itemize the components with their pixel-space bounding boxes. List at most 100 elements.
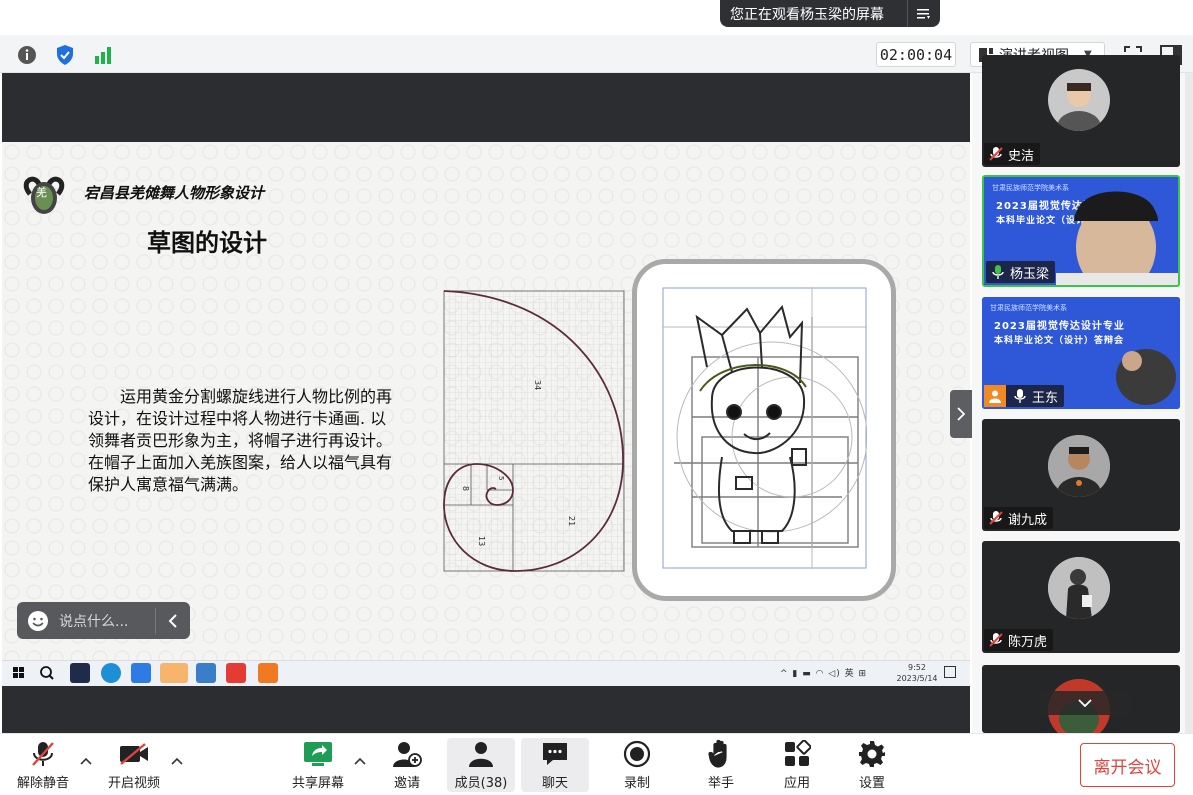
logo-text: 羌: [36, 186, 47, 199]
clock-date: 2023/5/14: [896, 674, 938, 683]
photoshop-icon: [70, 663, 90, 683]
photos-icon: [196, 663, 216, 683]
chat-icon: [543, 743, 567, 765]
spiral-label-21: 21: [567, 516, 576, 526]
participant-tile[interactable]: 谢九成: [982, 419, 1180, 531]
participant-namebar: 王东: [984, 385, 1065, 407]
chat-button[interactable]: 聊天: [521, 738, 589, 792]
participant-name: 王东: [1032, 390, 1059, 406]
screen-text-line2: 2023届视觉传达设计专业: [994, 321, 1125, 332]
chevron-left-icon[interactable]: [156, 613, 190, 628]
chevron-down-icon: [1078, 699, 1092, 707]
participant-name: 陈万虎: [1008, 634, 1048, 650]
audio-options-caret[interactable]: [79, 754, 93, 768]
emoji-icon[interactable]: [17, 610, 59, 632]
share-options-caret[interactable]: [353, 754, 367, 768]
info-icon[interactable]: [14, 42, 40, 68]
share-screen-icon: [304, 742, 332, 766]
edge-icon: [101, 663, 121, 683]
spiral-label-34: 34: [533, 380, 542, 390]
avatar: [1048, 69, 1110, 131]
participant-name: 史洁: [1008, 148, 1035, 164]
participant-namebar: 史洁: [984, 143, 1041, 165]
chat-input-bubble[interactable]: 说点什么...: [17, 602, 190, 639]
spiral-label-5: 5: [497, 476, 505, 480]
unmute-button[interactable]: 解除静音: [10, 738, 76, 792]
chat-label: 聊天: [541, 776, 568, 791]
shield-icon[interactable]: [52, 42, 78, 68]
video-options-caret[interactable]: [170, 754, 184, 768]
participant-tile-active[interactable]: 甘肃民族师范学院美术系 2023届视觉传达设计专业 本科毕业论文（设计）答辩会 …: [982, 175, 1180, 287]
avatar: [1048, 435, 1110, 497]
participant-namebar: 谢九成: [984, 507, 1054, 529]
banner-text: 您正在观看杨玉梁的屏幕: [730, 6, 884, 23]
system-clock: 9:52 2023/5/14: [894, 662, 940, 684]
app-icon: [131, 663, 151, 683]
character-sketch: [662, 287, 868, 569]
chevron-right-icon: [957, 407, 965, 421]
apps-button[interactable]: 应用: [764, 738, 830, 792]
mic-active-icon: [992, 265, 1004, 279]
members-button[interactable]: 成员(38): [447, 738, 515, 792]
record-button[interactable]: 录制: [604, 738, 670, 792]
player-icon: [258, 663, 278, 683]
system-tray-icons: ^ ▮ ▬ ◠ ◁) 英 ⊞: [780, 669, 867, 679]
slide-header: 宕昌县羌傩舞人物形象设计: [84, 184, 265, 202]
video-off-icon: [120, 743, 148, 765]
avatar: [1048, 557, 1110, 619]
screen-text-line1: 甘肃民族师范学院美术系: [990, 304, 1067, 312]
signal-icon[interactable]: [90, 42, 116, 68]
spiral-label-8: 8: [461, 486, 470, 491]
mic-muted-icon: [989, 633, 1003, 647]
chevron-up-icon: [354, 757, 366, 765]
wechat-icon: [160, 663, 188, 683]
members-label: 成员(38): [454, 776, 508, 791]
room-figure: [1116, 349, 1176, 405]
participant-namebar: 陈万虎: [984, 629, 1054, 651]
settings-button[interactable]: 设置: [839, 738, 905, 792]
meeting-timer: 02:00:04: [876, 42, 956, 67]
mic-muted-icon: [32, 742, 54, 766]
participant-tile[interactable]: 陈万虎: [982, 541, 1180, 653]
start-video-button[interactable]: 开启视频: [101, 738, 167, 792]
panel-scrollbar[interactable]: [1185, 73, 1193, 733]
apps-icon: [785, 740, 811, 766]
slide-body-text: 运用黄金分割螺旋线进行人物比例的再设计，在设计过程中将人物进行卡通画. 以领舞者…: [88, 387, 393, 494]
notification-icon: [944, 666, 956, 678]
share-screen-button[interactable]: 共享屏幕: [285, 738, 351, 792]
members-icon: [469, 742, 493, 767]
participant-name: 谢九成: [1008, 512, 1048, 528]
participant-tile[interactable]: 史洁: [982, 55, 1180, 167]
settings-label: 设置: [858, 776, 885, 791]
chevron-up-icon: [80, 757, 92, 765]
add-user-icon: [393, 742, 422, 767]
invite-label: 邀请: [393, 776, 420, 791]
wps-icon: [226, 663, 246, 683]
mic-icon: [1014, 389, 1026, 403]
share-screen-label: 共享屏幕: [291, 776, 344, 791]
collapse-panel-button[interactable]: [950, 390, 972, 438]
unmute-label: 解除静音: [16, 776, 69, 791]
mic-muted-icon: [989, 147, 1003, 161]
participant-tile[interactable]: 甘肃民族师范学院美术系 2023届视觉传达设计专业 本科毕业论文（设计）答辩会 …: [982, 297, 1180, 409]
scroll-down-button[interactable]: [1040, 691, 1130, 715]
raise-hand-button[interactable]: 举手: [688, 738, 754, 792]
search-icon: [37, 663, 57, 683]
screen-share-banner: 您正在观看杨玉梁的屏幕: [720, 0, 940, 27]
list-menu-icon[interactable]: [908, 8, 940, 20]
participant-tile-partial[interactable]: [982, 665, 1180, 733]
chevron-up-icon: [171, 757, 183, 765]
speaker-figure: [1056, 191, 1178, 285]
spiral-label-13: 13: [477, 536, 486, 546]
slide-title: 草图的设计: [147, 228, 267, 257]
leave-meeting-button[interactable]: 离开会议: [1080, 743, 1175, 787]
mic-muted-icon: [989, 511, 1003, 525]
hand-icon: [708, 739, 727, 768]
clock-time: 9:52: [908, 663, 926, 672]
invite-button[interactable]: 邀请: [374, 738, 440, 792]
start-video-label: 开启视频: [107, 776, 160, 791]
raise-hand-label: 举手: [707, 776, 734, 791]
ram-logo: 羌: [16, 174, 72, 216]
apps-label: 应用: [783, 776, 810, 791]
participant-namebar: 杨玉梁: [986, 261, 1056, 283]
